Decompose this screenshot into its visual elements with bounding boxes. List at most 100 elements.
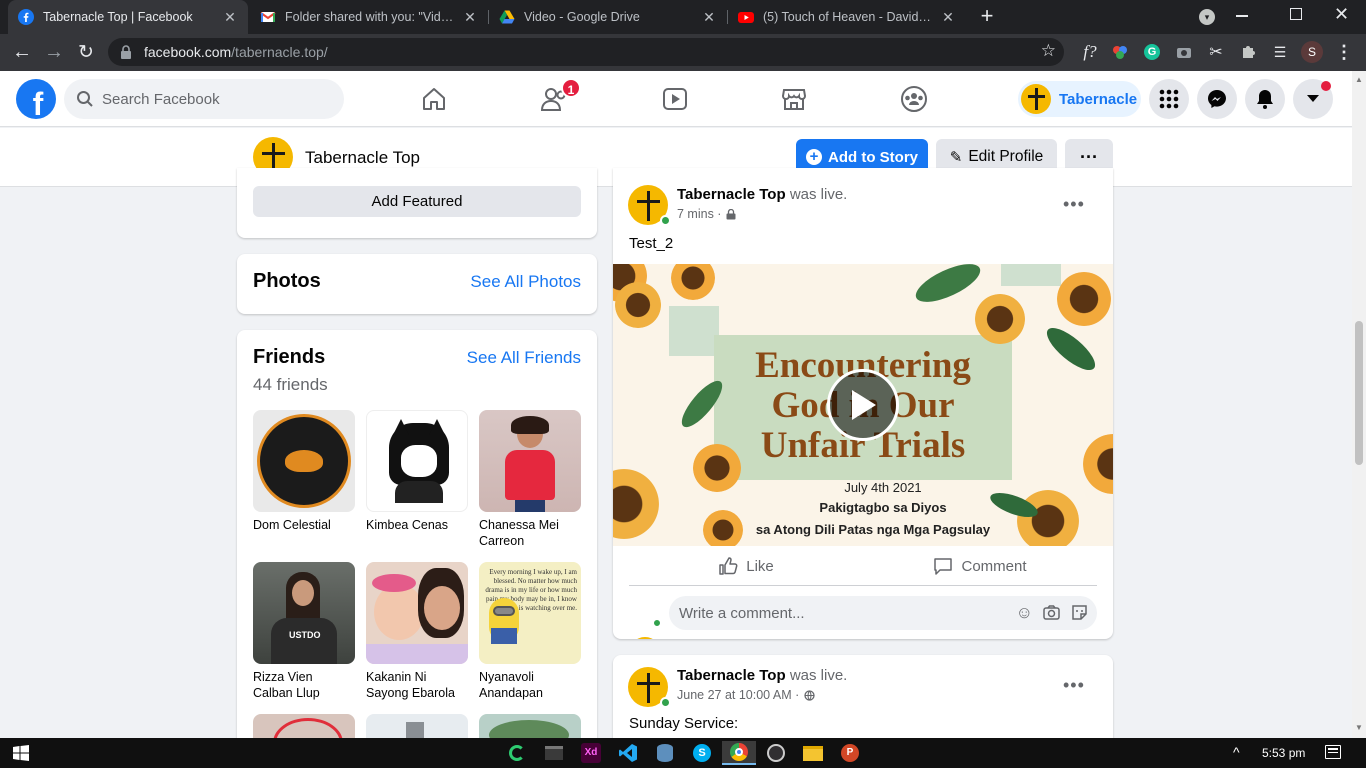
friend-item[interactable]: USTDO Rizza Vien Calban Llup	[253, 562, 355, 701]
video-subtitle-1: Pakigtagbo sa Diyos	[819, 500, 947, 515]
plus-icon: +	[806, 149, 822, 165]
browser-tab-strip: Tabernacle Top | Facebook ✕ Folder share…	[0, 0, 1366, 34]
grammarly-icon[interactable]: G	[1140, 40, 1164, 64]
post-author-name[interactable]: Tabernacle Top	[677, 186, 786, 203]
forward-icon[interactable]: →	[42, 40, 66, 64]
powerpoint-icon[interactable]: P	[835, 741, 865, 765]
action-center-icon[interactable]	[1325, 745, 1341, 759]
tab-youtube[interactable]: (5) Touch of Heaven - David Funk ✕	[728, 0, 966, 34]
post-caption: Sunday Service:	[629, 715, 739, 732]
database-app-icon[interactable]	[650, 741, 680, 765]
tab-facebook[interactable]: Tabernacle Top | Facebook ✕	[8, 0, 248, 34]
post-timestamp[interactable]: June 27 at 10:00 AM ·	[677, 688, 799, 702]
post-author-name[interactable]: Tabernacle Top	[677, 667, 786, 684]
new-tab-icon[interactable]: +	[976, 5, 998, 27]
friend-item[interactable]: Dom Celestial	[253, 410, 355, 533]
friend-item[interactable]: Kimbea Cenas	[366, 410, 468, 533]
minimize-icon[interactable]	[1236, 15, 1248, 17]
friend-photo: USTDO	[253, 562, 355, 664]
page-scrollbar[interactable]: ▲ ▼	[1352, 71, 1366, 738]
tab-title: Tabernacle Top | Facebook	[43, 10, 193, 24]
comment-input[interactable]: Write a comment... ☺	[669, 596, 1097, 630]
terminal-app-icon[interactable]	[539, 741, 569, 765]
bookmark-star-icon[interactable]: ☆	[1041, 41, 1056, 61]
chrome-taskbar-icon[interactable]	[722, 741, 756, 765]
reload-icon[interactable]: ↻	[74, 40, 98, 64]
friends-heading: Friends	[253, 346, 326, 368]
facebook-logo-icon[interactable]: f	[16, 79, 56, 119]
search-placeholder: Search Facebook	[102, 90, 220, 108]
browser-menu-icon[interactable]: ⋮	[1332, 40, 1356, 64]
like-button[interactable]: Like	[629, 546, 863, 586]
marketplace-icon[interactable]	[773, 79, 815, 119]
home-icon[interactable]	[413, 79, 455, 119]
sticker-icon[interactable]	[1071, 604, 1088, 621]
vscode-icon[interactable]	[613, 741, 643, 765]
menu-grid-icon[interactable]	[1149, 79, 1189, 119]
window-close-icon[interactable]: ✕	[1334, 4, 1349, 25]
formula-extension-icon[interactable]: f?	[1078, 40, 1102, 64]
tray-chevron-up-icon[interactable]: ^	[1233, 744, 1240, 760]
thumbs-up-icon	[719, 557, 738, 575]
groups-icon[interactable]	[893, 79, 935, 119]
tab-google-drive[interactable]: Video - Google Drive ✕	[489, 0, 727, 34]
obs-icon[interactable]	[761, 741, 791, 765]
messenger-icon[interactable]	[1197, 79, 1237, 119]
watch-icon[interactable]	[654, 79, 696, 119]
close-tab-icon[interactable]: ✕	[701, 9, 717, 26]
online-status-dot	[660, 215, 671, 226]
add-featured-label: Add Featured	[371, 193, 463, 210]
scissors-extension-icon[interactable]: ✂	[1204, 40, 1228, 64]
live-post: Tabernacle Top was live. 7 mins · ••• Te…	[613, 168, 1113, 639]
tab-title: (5) Touch of Heaven - David Funk	[763, 10, 932, 24]
photos-card: Photos See All Photos	[237, 254, 597, 314]
tab-search-icon[interactable]: ▾	[1199, 9, 1215, 25]
emoji-icon[interactable]: ☺	[1016, 603, 1033, 623]
more-icon: ···	[1080, 146, 1098, 167]
extension-label: f?	[1083, 42, 1097, 61]
close-tab-icon[interactable]: ✕	[222, 9, 238, 26]
post-options-icon[interactable]: •••	[1063, 194, 1085, 215]
adobe-xd-icon[interactable]: Xd	[576, 741, 606, 765]
color-extension-icon[interactable]	[1108, 40, 1132, 64]
extensions-puzzle-icon[interactable]	[1236, 40, 1260, 64]
restore-icon[interactable]	[1290, 8, 1302, 20]
scroll-up-icon[interactable]: ▲	[1355, 75, 1363, 84]
address-bar[interactable]: facebook.com/tabernacle.top/ ☆	[108, 38, 1064, 66]
media-control-icon[interactable]: ☰	[1268, 40, 1292, 64]
profile-shortcut[interactable]: Tabernacle	[1018, 81, 1141, 117]
friend-item[interactable]: Chanessa Mei Carreon	[479, 410, 581, 549]
post-options-icon[interactable]: •••	[1063, 675, 1085, 696]
windows-start-icon[interactable]	[6, 741, 36, 765]
friends-nav-icon[interactable]: 1	[534, 78, 581, 119]
account-dropdown-icon[interactable]	[1293, 79, 1333, 119]
loading-app-icon[interactable]	[502, 741, 532, 765]
play-button[interactable]	[827, 369, 899, 441]
friend-name: Kakanin Ni Sayong Ebarola	[366, 670, 455, 700]
search-input[interactable]: Search Facebook	[64, 79, 344, 119]
avatar[interactable]: S	[1300, 40, 1324, 64]
file-explorer-icon[interactable]	[798, 741, 828, 765]
post-actions: Like Comment	[629, 546, 1097, 586]
post-timestamp[interactable]: 7 mins ·	[677, 207, 721, 221]
tab-gmail[interactable]: Folder shared with you: "Video" - ✕	[250, 0, 488, 34]
close-tab-icon[interactable]: ✕	[940, 9, 956, 26]
video-thumbnail[interactable]: Encountering God in Our Unfair Trials Ju…	[613, 264, 1113, 546]
camera-icon[interactable]	[1043, 605, 1060, 620]
friend-item[interactable]: Kakanin Ni Sayong Ebarola	[366, 562, 468, 701]
page-title: Tabernacle Top	[305, 148, 420, 167]
skype-icon[interactable]: S	[687, 741, 717, 765]
camera-extension-icon[interactable]	[1172, 40, 1196, 64]
see-all-photos-link[interactable]: See All Photos	[470, 272, 581, 292]
back-icon[interactable]: ←	[10, 40, 34, 64]
add-featured-button[interactable]: Add Featured	[253, 186, 581, 217]
lock-icon	[726, 208, 736, 219]
notifications-bell-icon[interactable]	[1245, 79, 1285, 119]
scrollbar-thumb[interactable]	[1355, 321, 1363, 465]
see-all-friends-link[interactable]: See All Friends	[467, 348, 581, 368]
friend-item[interactable]: Every morning I wake up, I am blessed. N…	[479, 562, 581, 701]
close-tab-icon[interactable]: ✕	[462, 9, 478, 26]
comment-button[interactable]: Comment	[863, 546, 1097, 586]
taskbar-clock[interactable]: 5:53 pm	[1262, 746, 1305, 760]
scroll-down-icon[interactable]: ▼	[1355, 723, 1363, 732]
